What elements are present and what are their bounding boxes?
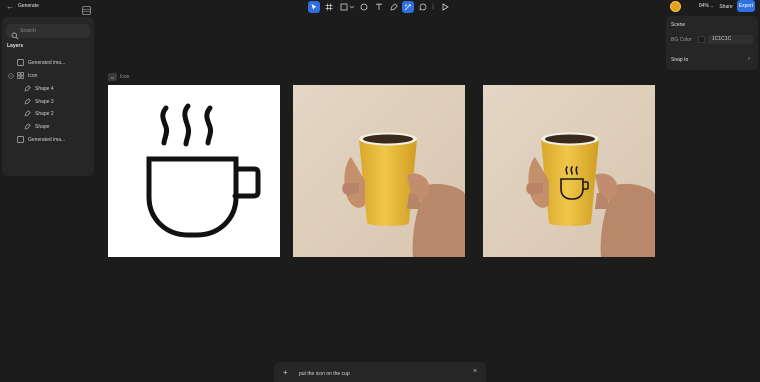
close-icon[interactable]: × [473, 367, 477, 377]
frame-tool-icon[interactable] [323, 1, 335, 13]
generated-image-cup-with-icon[interactable] [483, 85, 655, 257]
image-icon [16, 136, 24, 144]
bg-color-label: BG Color [671, 37, 692, 43]
ellipse-tool-icon[interactable] [358, 1, 370, 13]
pen-shape-icon [23, 85, 31, 93]
select-tool-icon[interactable] [308, 1, 320, 13]
pen-shape-icon [23, 98, 31, 106]
share-button[interactable]: Share [717, 1, 735, 12]
cup-photo [293, 85, 465, 257]
top-left-header: ← Generate [0, 0, 95, 15]
layer-label: Generated ima... [28, 136, 66, 143]
generated-image-cup[interactable] [293, 85, 465, 257]
pen-shape-icon [23, 123, 31, 131]
expand-icon[interactable] [8, 72, 14, 80]
cup-photo-with-icon [483, 85, 655, 257]
user-avatar[interactable] [670, 1, 681, 12]
export-button[interactable]: Export [737, 0, 755, 12]
icon-frame[interactable] [108, 85, 280, 257]
layer-label: Shape 4 [35, 85, 54, 92]
layer-label: Shape 2 [35, 110, 54, 117]
layer-item-shape-4[interactable]: Shape 4 [23, 83, 54, 94]
search-icon [11, 27, 19, 40]
layer-label: Generated ima... [28, 59, 66, 66]
back-arrow-icon[interactable]: ← [6, 2, 16, 12]
layer-item-generated-image-1[interactable]: Generated ima... [16, 57, 65, 68]
text-tool-icon[interactable] [373, 1, 385, 13]
ai-edit-tool-icon[interactable] [402, 1, 414, 13]
present-tool-icon[interactable] [439, 1, 451, 13]
layer-item-generated-image-2[interactable]: Generated ima... [16, 134, 65, 145]
add-attachment-icon[interactable]: + [283, 368, 288, 378]
comment-tool-icon[interactable] [417, 1, 429, 13]
app-title: Generate [18, 3, 39, 9]
scene-title: Scene [671, 22, 686, 28]
frame-badge-icon: ▭ [108, 73, 117, 81]
layer-label: Shape [35, 123, 50, 130]
component-icon [16, 72, 24, 80]
snap-to-label[interactable]: Snap to [671, 57, 688, 63]
frame-label[interactable]: Icon [120, 74, 129, 80]
bg-color-input[interactable]: 1C1C1C [708, 35, 753, 44]
image-icon [16, 59, 24, 67]
main-toolbar: | [305, 0, 457, 14]
layer-label: Shape 3 [35, 98, 54, 105]
zoom-value: 84% [699, 3, 710, 9]
panel-toggle-icon[interactable] [82, 2, 91, 15]
zoom-level[interactable]: 84% ⌄ [699, 3, 714, 9]
chevron-down-icon: ⌄ [710, 3, 714, 8]
layer-item-shape-2[interactable]: Shape 2 [23, 108, 54, 119]
layer-item-shape-3[interactable]: Shape 3 [23, 96, 54, 107]
toolbar-divider: | [432, 4, 434, 10]
search-input[interactable] [20, 26, 86, 36]
coffee-cup-icon [146, 103, 261, 238]
pen-shape-icon [23, 110, 31, 118]
layer-item-shape[interactable]: Shape [23, 121, 49, 132]
chevron-right-icon[interactable]: › [748, 56, 750, 62]
prompt-input[interactable]: put the icon on the cup [299, 371, 350, 377]
bg-color-swatch[interactable] [698, 36, 705, 43]
layers-title: Layers [7, 43, 24, 49]
layer-label: Icon [28, 72, 38, 79]
layer-item-icon[interactable]: Icon [8, 70, 37, 81]
pen-tool-icon[interactable] [388, 1, 400, 13]
chevron-down-icon[interactable] [348, 1, 356, 13]
